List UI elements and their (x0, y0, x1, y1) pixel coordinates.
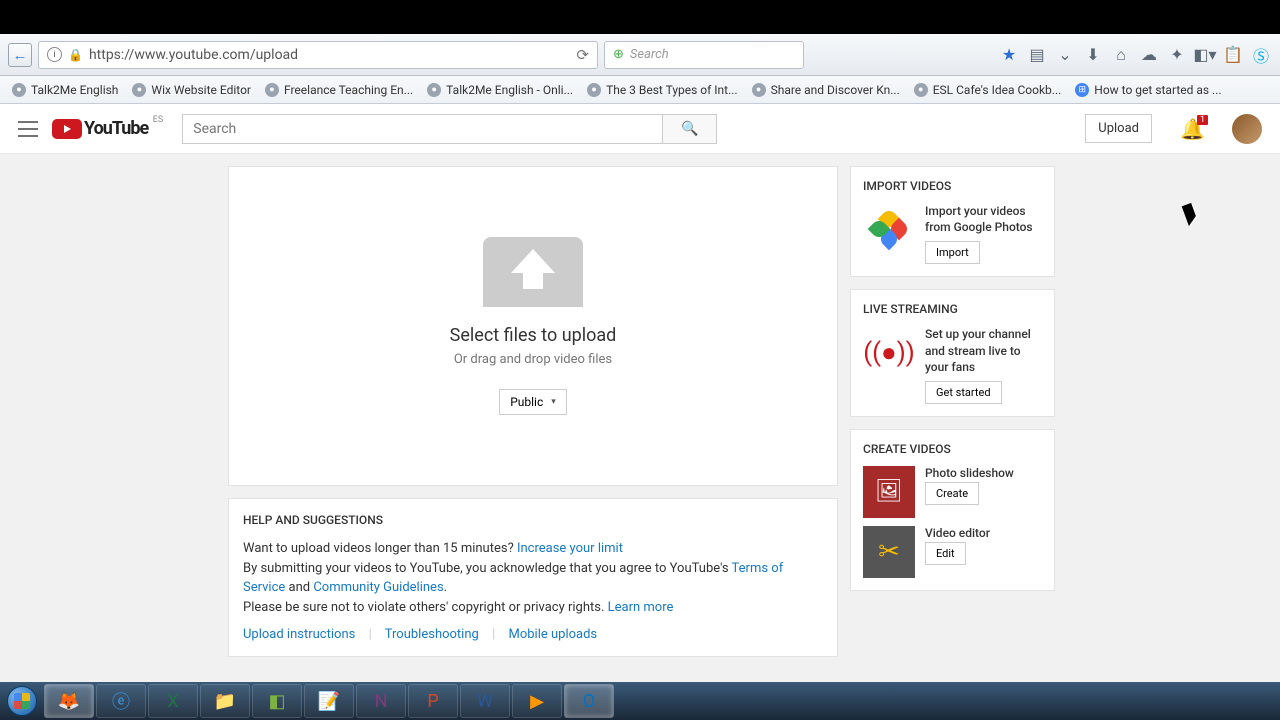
search-button[interactable]: 🔍 (662, 114, 717, 144)
taskbar-powerpoint[interactable]: P (408, 684, 458, 718)
privacy-select[interactable]: Public (499, 389, 567, 415)
favicon: ● (12, 83, 26, 97)
slideshow-icon: 🖼 (863, 466, 915, 518)
home-icon[interactable]: ⌂ (1110, 44, 1132, 66)
bookmark-item[interactable]: ⊞How to get started as ... (1069, 80, 1227, 100)
bookmark-item[interactable]: ●Wix Website Editor (126, 80, 257, 100)
window-titlebar (0, 0, 1280, 34)
avatar[interactable] (1232, 114, 1262, 144)
increase-limit-link[interactable]: Increase your limit (517, 541, 623, 556)
address-bar[interactable]: i 🔒 ⟳ (38, 41, 598, 69)
bookmark-item[interactable]: ●Talk2Me English (6, 80, 124, 100)
clipboard-icon[interactable]: 📋 (1222, 44, 1244, 66)
reader-icon[interactable]: ▤ (1026, 44, 1048, 66)
favicon: ● (914, 83, 928, 97)
create-slideshow-button[interactable]: Create (925, 482, 979, 505)
bookmark-item[interactable]: ●Talk2Me English - Onli... (421, 80, 579, 100)
upload-dropzone[interactable]: Select files to upload Or drag and drop … (228, 166, 838, 486)
favicon: ● (427, 83, 441, 97)
notification-badge: 1 (1197, 115, 1208, 125)
taskbar-excel[interactable]: X (148, 684, 198, 718)
slideshow-title: Photo slideshow (925, 466, 1014, 480)
create-heading: CREATE VIDEOS (863, 442, 1042, 456)
extension-icon-1[interactable]: ✦ (1166, 44, 1188, 66)
bookmark-star-icon[interactable]: ★ (998, 44, 1020, 66)
live-desc: Set up your channel and stream live to y… (925, 326, 1042, 375)
browser-search[interactable]: ⊕ Search (604, 41, 804, 69)
lock-icon: 🔒 (68, 48, 83, 62)
extension-icon-2[interactable]: ◧▾ (1194, 44, 1216, 66)
import-button[interactable]: Import (925, 241, 980, 264)
content-area: Select files to upload Or drag and drop … (0, 154, 1280, 657)
favicon: ● (752, 83, 766, 97)
upload-subtitle: Or drag and drop video files (454, 352, 612, 367)
taskbar-app-green[interactable]: ◧ (252, 684, 302, 718)
favicon: ● (265, 83, 279, 97)
taskbar-word[interactable]: W (460, 684, 510, 718)
play-icon (52, 119, 82, 139)
create-videos-card: CREATE VIDEOS 🖼 Photo slideshow Create ✂… (850, 429, 1055, 591)
get-started-button[interactable]: Get started (925, 381, 1002, 404)
live-heading: LIVE STREAMING (863, 302, 1042, 316)
windows-taskbar: 🦊 ⓔ X 📁 ◧ 📝 N P W ▶ O (0, 682, 1280, 720)
start-button[interactable] (2, 684, 42, 718)
site-info-icon[interactable]: i (47, 47, 62, 62)
url-input[interactable] (89, 47, 570, 63)
downloads-icon[interactable]: ⬇ (1082, 44, 1104, 66)
youtube-header: YouTube ES 🔍 Upload 🔔1 (0, 104, 1280, 154)
upload-instructions-link[interactable]: Upload instructions (243, 627, 355, 642)
google-photos-icon (863, 203, 915, 255)
live-streaming-card: LIVE STREAMING ((●)) Set up your channel… (850, 289, 1055, 417)
upload-button[interactable]: Upload (1085, 114, 1152, 143)
learn-more-link[interactable]: Learn more (608, 600, 674, 615)
guidelines-link[interactable]: Community Guidelines (313, 580, 443, 595)
bookmark-item[interactable]: ●The 3 Best Types of Int... (581, 80, 744, 100)
youtube-logo[interactable]: YouTube ES (52, 118, 148, 139)
chat-icon[interactable]: ☁ (1138, 44, 1160, 66)
taskbar-ie[interactable]: ⓔ (96, 684, 146, 718)
mobile-uploads-link[interactable]: Mobile uploads (508, 627, 597, 642)
menu-icon[interactable] (18, 121, 38, 137)
live-icon: ((●)) (863, 326, 915, 378)
favicon: ● (132, 83, 146, 97)
skype-icon[interactable]: Ⓢ (1250, 44, 1272, 66)
favicon: ⊞ (1075, 83, 1089, 97)
browser-toolbar: ← i 🔒 ⟳ ⊕ Search ★ ▤ ⌄ ⬇ ⌂ ☁ ✦ ◧▾ 📋 Ⓢ (0, 34, 1280, 76)
search-input[interactable] (182, 114, 662, 144)
import-desc: Import your videos from Google Photos (925, 203, 1042, 235)
import-videos-card: IMPORT VIDEOS Import your videos from Go… (850, 166, 1055, 277)
video-editor-icon: ✂ (863, 526, 915, 578)
help-heading: HELP AND SUGGESTIONS (243, 513, 823, 527)
youtube-search: 🔍 (182, 114, 717, 144)
bookmark-item[interactable]: ●Freelance Teaching En... (259, 80, 419, 100)
notifications-icon[interactable]: 🔔1 (1180, 117, 1204, 141)
bookmark-item[interactable]: ●Share and Discover Kn... (746, 80, 906, 100)
upload-title: Select files to upload (450, 325, 617, 346)
taskbar-media[interactable]: ▶ (512, 684, 562, 718)
taskbar-notes[interactable]: 📝 (304, 684, 354, 718)
search-engine-icon: ⊕ (613, 47, 624, 62)
upload-arrow-icon[interactable] (483, 237, 583, 307)
troubleshooting-link[interactable]: Troubleshooting (385, 627, 479, 642)
reload-icon[interactable]: ⟳ (576, 46, 589, 64)
taskbar-firefox[interactable]: 🦊 (44, 684, 94, 718)
back-button[interactable]: ← (8, 43, 32, 67)
bookmarks-bar: ●Talk2Me English ●Wix Website Editor ●Fr… (0, 76, 1280, 104)
import-heading: IMPORT VIDEOS (863, 179, 1042, 193)
bookmark-item[interactable]: ●ESL Cafe's Idea Cookb... (908, 80, 1068, 100)
editor-title: Video editor (925, 526, 990, 540)
taskbar-onenote[interactable]: N (356, 684, 406, 718)
pocket-icon[interactable]: ⌄ (1054, 44, 1076, 66)
favicon: ● (587, 83, 601, 97)
search-placeholder: Search (630, 47, 669, 62)
taskbar-outlook[interactable]: O (564, 684, 614, 718)
help-links: Upload instructions | Troubleshooting | … (243, 627, 823, 642)
taskbar-explorer[interactable]: 📁 (200, 684, 250, 718)
edit-video-button[interactable]: Edit (925, 542, 966, 565)
help-section: HELP AND SUGGESTIONS Want to upload vide… (228, 498, 838, 657)
